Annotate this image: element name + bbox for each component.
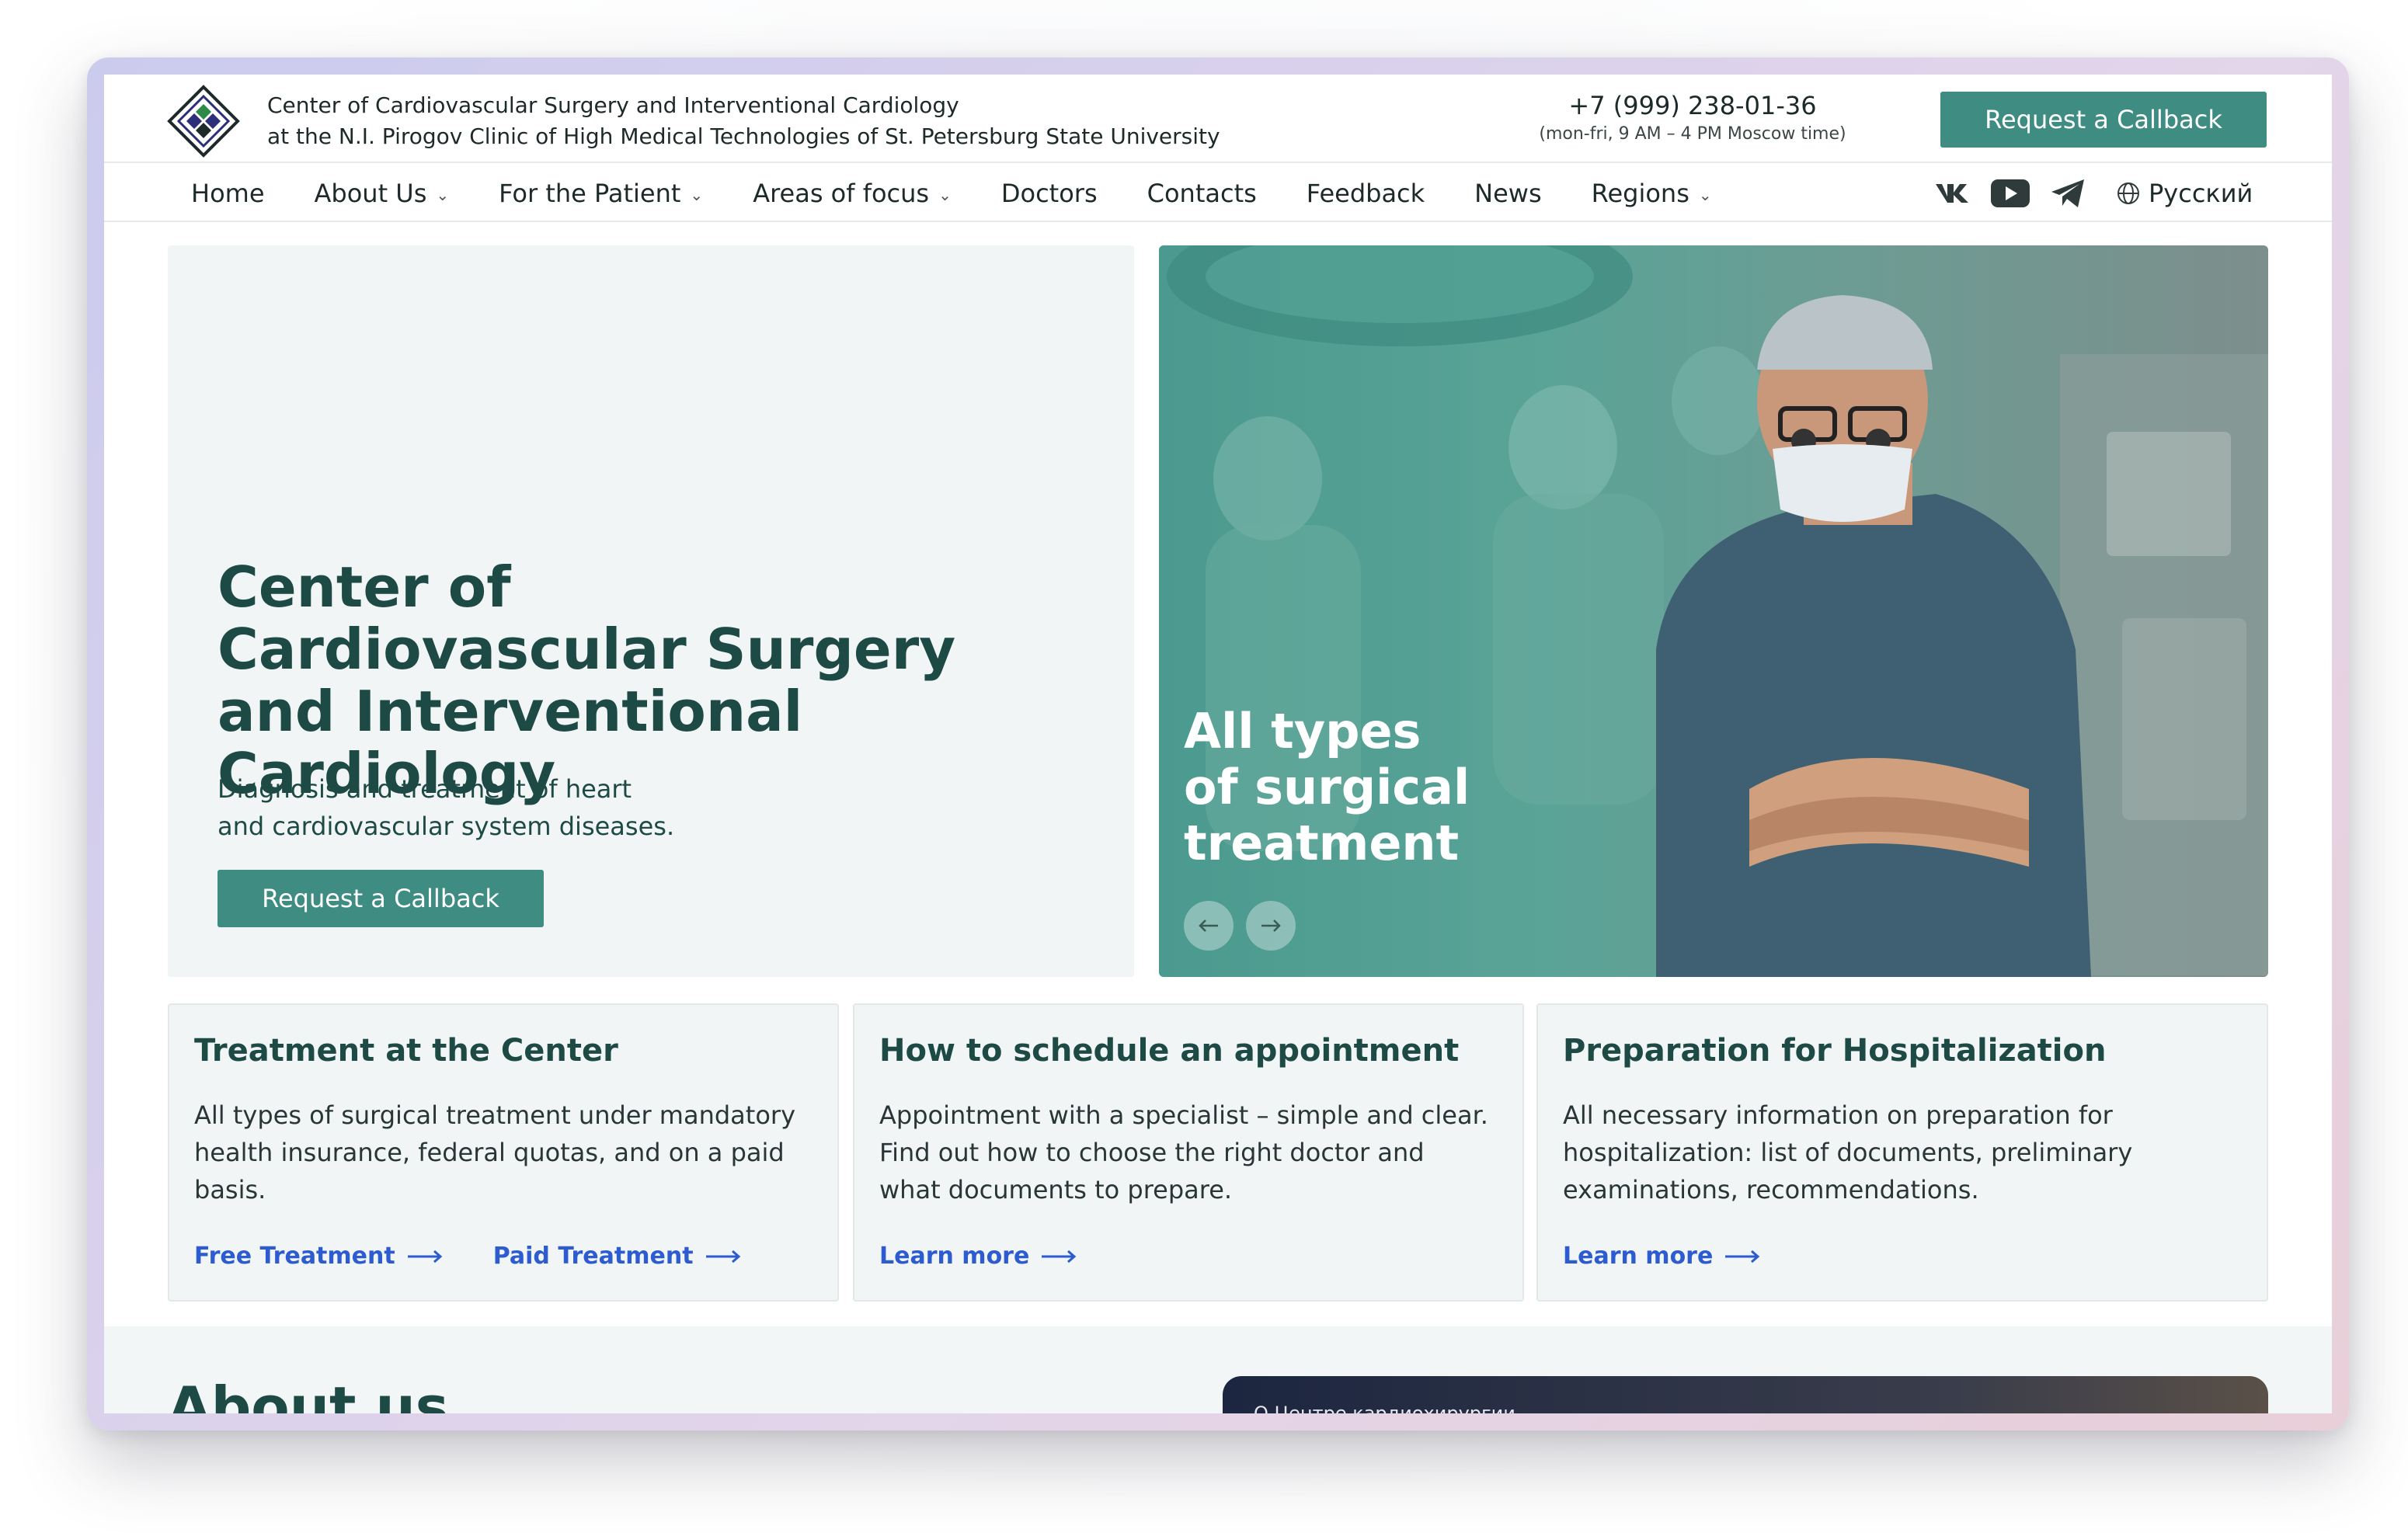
contact-phone-block: +7 (999) 238-01-36 (mon-fri, 9 AM – 4 PM… [1526,89,1860,146]
learn-more-link[interactable]: Learn more [879,1243,1077,1270]
link-label: Free Treatment [194,1243,395,1270]
slide-caption-line: of surgical [1184,759,1470,815]
arrow-right-icon [406,1249,444,1264]
hero-title-line: Cardiovascular Surgery [217,617,956,682]
learn-more-link[interactable]: Learn more [1563,1243,1761,1270]
arrow-right-icon [1261,919,1281,932]
card-text: Appointment with a specialist – simple a… [879,1100,1488,1204]
nav-item-label: For the Patient [499,179,681,208]
nav-item-regions[interactable]: Regions ⌄ [1592,179,1712,208]
request-callback-button[interactable]: Request a Callback [1940,92,2267,148]
link-label: Learn more [879,1243,1030,1270]
card-text: All necessary information on preparation… [1563,1100,2133,1204]
paid-treatment-link[interactable]: Paid Treatment [493,1243,742,1270]
card-title: Preparation for Hospitalization [1563,1033,2107,1069]
hero-subtitle: Diagnosis and treatment of heart and car… [217,770,917,845]
arrow-right-icon [1040,1249,1077,1264]
globe-icon [2116,181,2141,206]
card-links: Free Treatment Paid Treatment [194,1243,742,1270]
arrow-right-icon [705,1249,742,1264]
hero-request-callback-button[interactable]: Request a Callback [217,870,544,927]
nav-item-label: Home [191,179,265,208]
slider-prev-button[interactable] [1184,901,1234,951]
social-links [1933,176,2088,211]
nav-item-areas-of-focus[interactable]: Areas of focus ⌄ [753,179,952,208]
nav-item-label: Doctors [1000,179,1098,208]
video-caption: О Центре кардиохирургии [1254,1403,1515,1413]
card-title: Treatment at the Center [194,1033,618,1069]
about-title: About us [168,1375,449,1413]
card-treatment-at-center: Treatment at the Center All types of sur… [168,1003,839,1302]
vk-icon[interactable] [1933,176,1973,211]
nav-item-contacts[interactable]: Contacts [1147,179,1257,208]
nav-item-about-us[interactable]: About Us ⌄ [315,179,450,208]
hero-panel: Center of Cardiovascular Surgery and Int… [168,245,1134,977]
nav-item-label: Feedback [1306,179,1425,208]
hero-title-line: Center of [217,554,511,620]
nav-item-label: Areas of focus [753,179,930,208]
card-schedule-appointment: How to schedule an appointment Appointme… [853,1003,1524,1302]
telegram-icon[interactable] [2048,176,2088,211]
chevron-down-icon: ⌄ [1698,186,1712,204]
link-label: Paid Treatment [492,1243,694,1270]
organization-name-line2: at the N.I. Pirogov Clinic of High Medic… [267,123,1220,149]
arrow-right-icon [1724,1249,1761,1264]
about-section: About us О Центре кардиохирургии [104,1326,2332,1413]
hero-title: Center of Cardiovascular Surgery and Int… [217,556,1119,805]
nav-item-label: News [1474,179,1542,208]
nav-item-label: Contacts [1147,179,1257,208]
chevron-down-icon: ⌄ [436,186,450,204]
slide-caption-line: treatment [1184,815,1460,871]
site-header: Center of Cardiovascular Surgery and Int… [104,75,2332,163]
slider-next-button[interactable] [1246,901,1296,951]
clinic-logo-icon[interactable] [166,84,241,158]
language-switcher[interactable]: Русский [2116,165,2253,222]
link-label: Learn more [1563,1243,1714,1270]
nav-menu: Home About Us ⌄ For the Patient ⌄ Areas of… [191,165,1712,222]
language-label: Русский [2149,179,2253,208]
nav-item-for-the-patient[interactable]: For the Patient ⌄ [499,179,703,208]
nav-item-news[interactable]: News [1474,179,1541,208]
hero-subtitle-line: Diagnosis and treatment of heart [217,774,632,804]
hero-slider[interactable]: All types of surgical treatment [1159,245,2268,977]
card-links: Learn more [1563,1243,1761,1270]
chevron-down-icon: ⌄ [938,186,952,204]
card-title: How to schedule an appointment [879,1033,1460,1069]
main-navigation: Home About Us ⌄ For the Patient ⌄ Areas of… [104,165,2332,222]
youtube-icon[interactable] [1990,176,2030,211]
card-text: All types of surgical treatment under ma… [194,1100,795,1204]
arrow-left-icon [1199,919,1218,932]
nav-item-label: About Us [314,179,427,208]
nav-item-label: Regions [1591,179,1689,208]
organization-name: Center of Cardiovascular Surgery and Int… [267,90,1220,152]
chevron-down-icon: ⌄ [690,186,704,204]
browser-window: Center of Cardiovascular Surgery and Int… [87,57,2349,1430]
card-links: Learn more [879,1243,1077,1270]
free-treatment-link[interactable]: Free Treatment [194,1243,444,1270]
hero-subtitle-line: and cardiovascular system diseases. [217,812,675,841]
phone-number[interactable]: +7 (999) 238-01-36 [1526,89,1860,123]
working-hours: (mon-fri, 9 AM – 4 PM Moscow time) [1539,124,1846,144]
nav-item-home[interactable]: Home [191,179,265,208]
nav-item-feedback[interactable]: Feedback [1307,179,1425,208]
nav-item-doctors[interactable]: Doctors [1001,179,1098,208]
slide-caption: All types of surgical treatment [1184,704,1650,871]
organization-name-line1: Center of Cardiovascular Surgery and Int… [267,92,959,118]
card-hospitalization-preparation: Preparation for Hospitalization All nece… [1536,1003,2268,1302]
about-video[interactable]: О Центре кардиохирургии [1223,1376,2268,1413]
web-page: Center of Cardiovascular Surgery and Int… [104,75,2332,1413]
slide-caption-line: All types [1184,703,1421,760]
